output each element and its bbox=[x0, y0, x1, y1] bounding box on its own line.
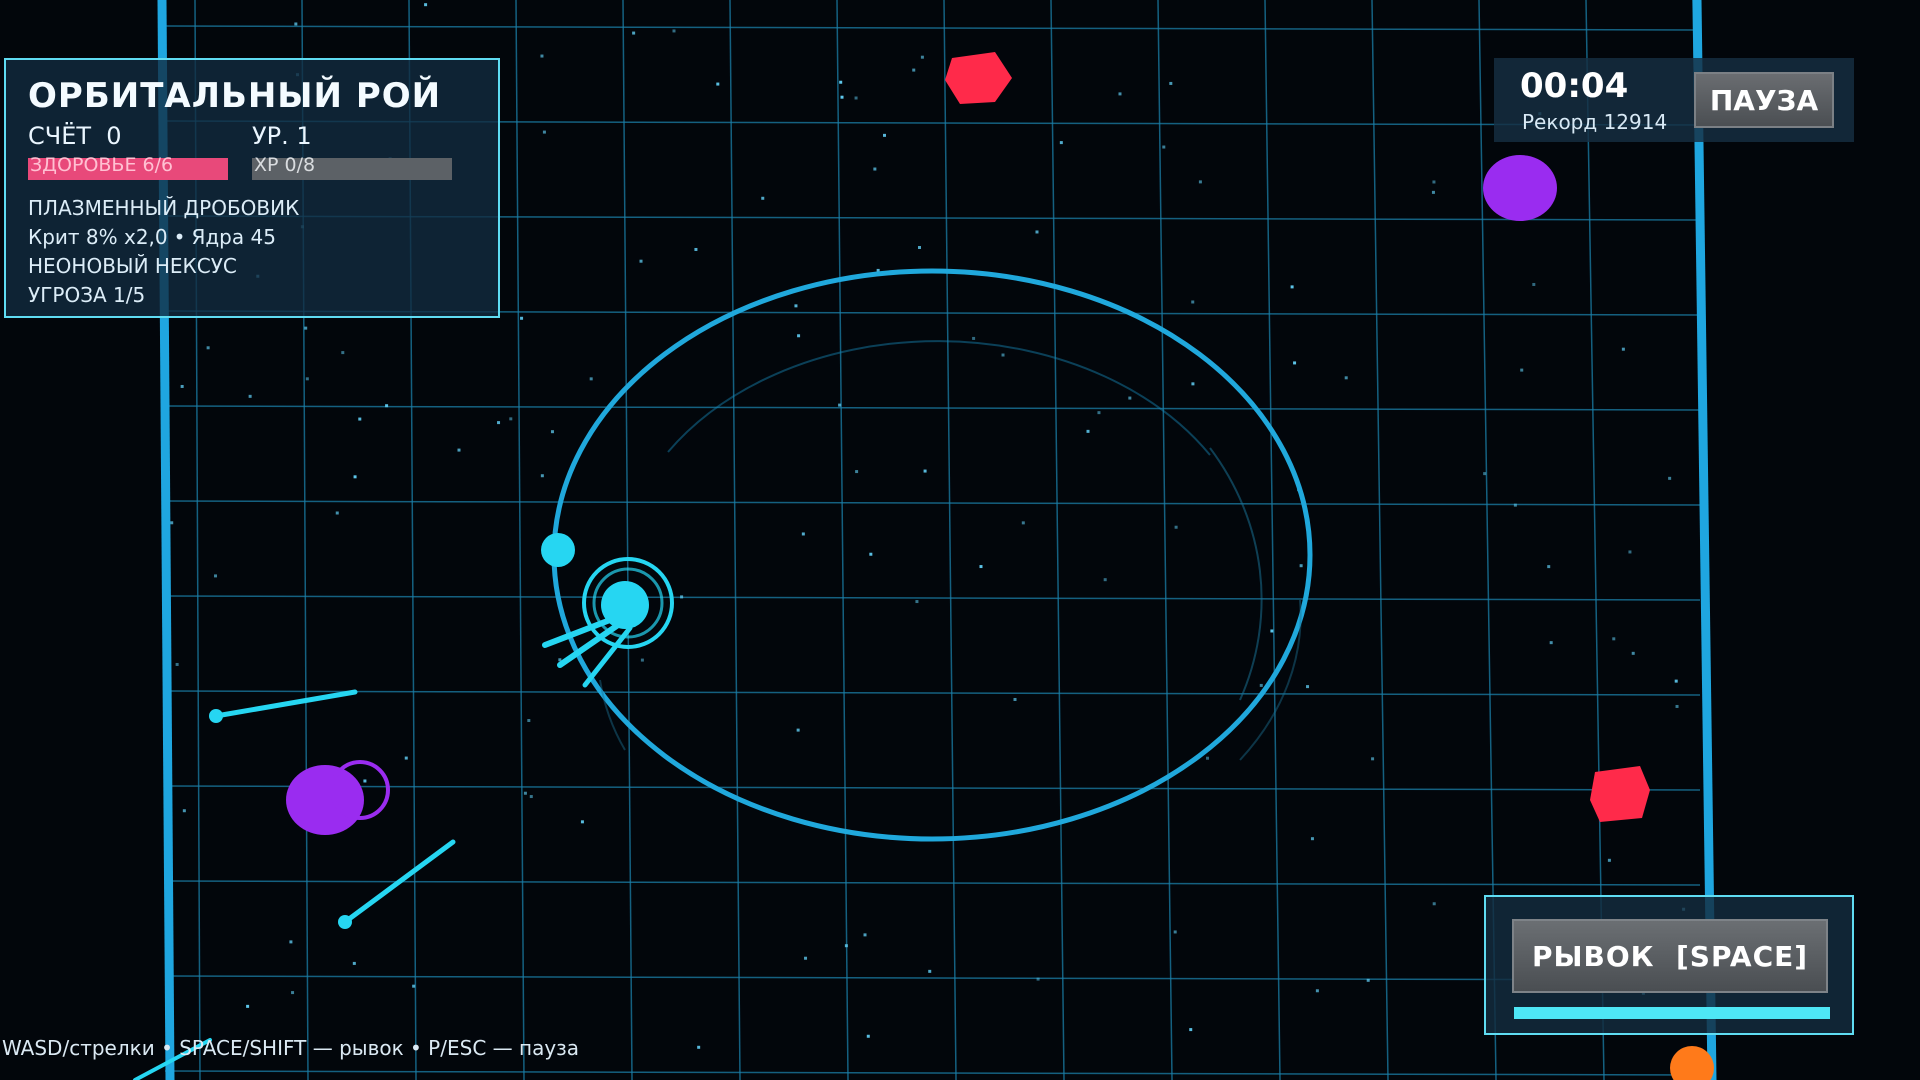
crit-stat: Крит 8% x2,0 bbox=[28, 225, 168, 249]
dash-button[interactable]: РЫВОК [SPACE] bbox=[1512, 919, 1828, 993]
score-label: СЧЁТ 0 bbox=[28, 122, 122, 150]
cores-stat: Ядра 45 bbox=[191, 225, 276, 249]
weapon-name: ПЛАЗМЕННЫЙ ДРОБОВИК bbox=[28, 196, 300, 220]
dash-panel: РЫВОК [SPACE] bbox=[1484, 895, 1854, 1035]
xp-label: XP 0/8 bbox=[254, 154, 316, 176]
game-title: ОРБИТАЛЬНЫЙ РОЙ bbox=[28, 76, 442, 116]
stat-separator: • bbox=[173, 225, 186, 249]
level-label: УР. 1 bbox=[252, 122, 312, 150]
timer-panel: 00:04 Рекорд 12914 ПАУЗА bbox=[1494, 58, 1854, 142]
dash-charge-meter bbox=[1514, 1007, 1830, 1019]
health-label: ЗДОРОВЬЕ 6/6 bbox=[30, 154, 174, 176]
nexus-label: НЕОНОВЫЙ НЕКСУС bbox=[28, 254, 237, 278]
controls-hint: WASD/стрелки • SPACE/SHIFT — рывок • P/E… bbox=[2, 1036, 580, 1060]
pause-button[interactable]: ПАУЗА bbox=[1694, 72, 1834, 128]
record-score: Рекорд 12914 bbox=[1522, 110, 1668, 134]
red-enemy bbox=[1590, 766, 1650, 822]
orbiting-core bbox=[541, 533, 575, 567]
elapsed-time: 00:04 bbox=[1520, 66, 1629, 106]
health-bar: ЗДОРОВЬЕ 6/6 bbox=[28, 154, 228, 180]
xp-bar: XP 0/8 bbox=[252, 154, 452, 180]
stats-panel: ОРБИТАЛЬНЫЙ РОЙ СЧЁТ 0 УР. 1 ЗДОРОВЬЕ 6/… bbox=[4, 58, 500, 318]
purple-enemy bbox=[1483, 155, 1557, 221]
threat-label: УГРОЗА 1/5 bbox=[28, 283, 146, 307]
